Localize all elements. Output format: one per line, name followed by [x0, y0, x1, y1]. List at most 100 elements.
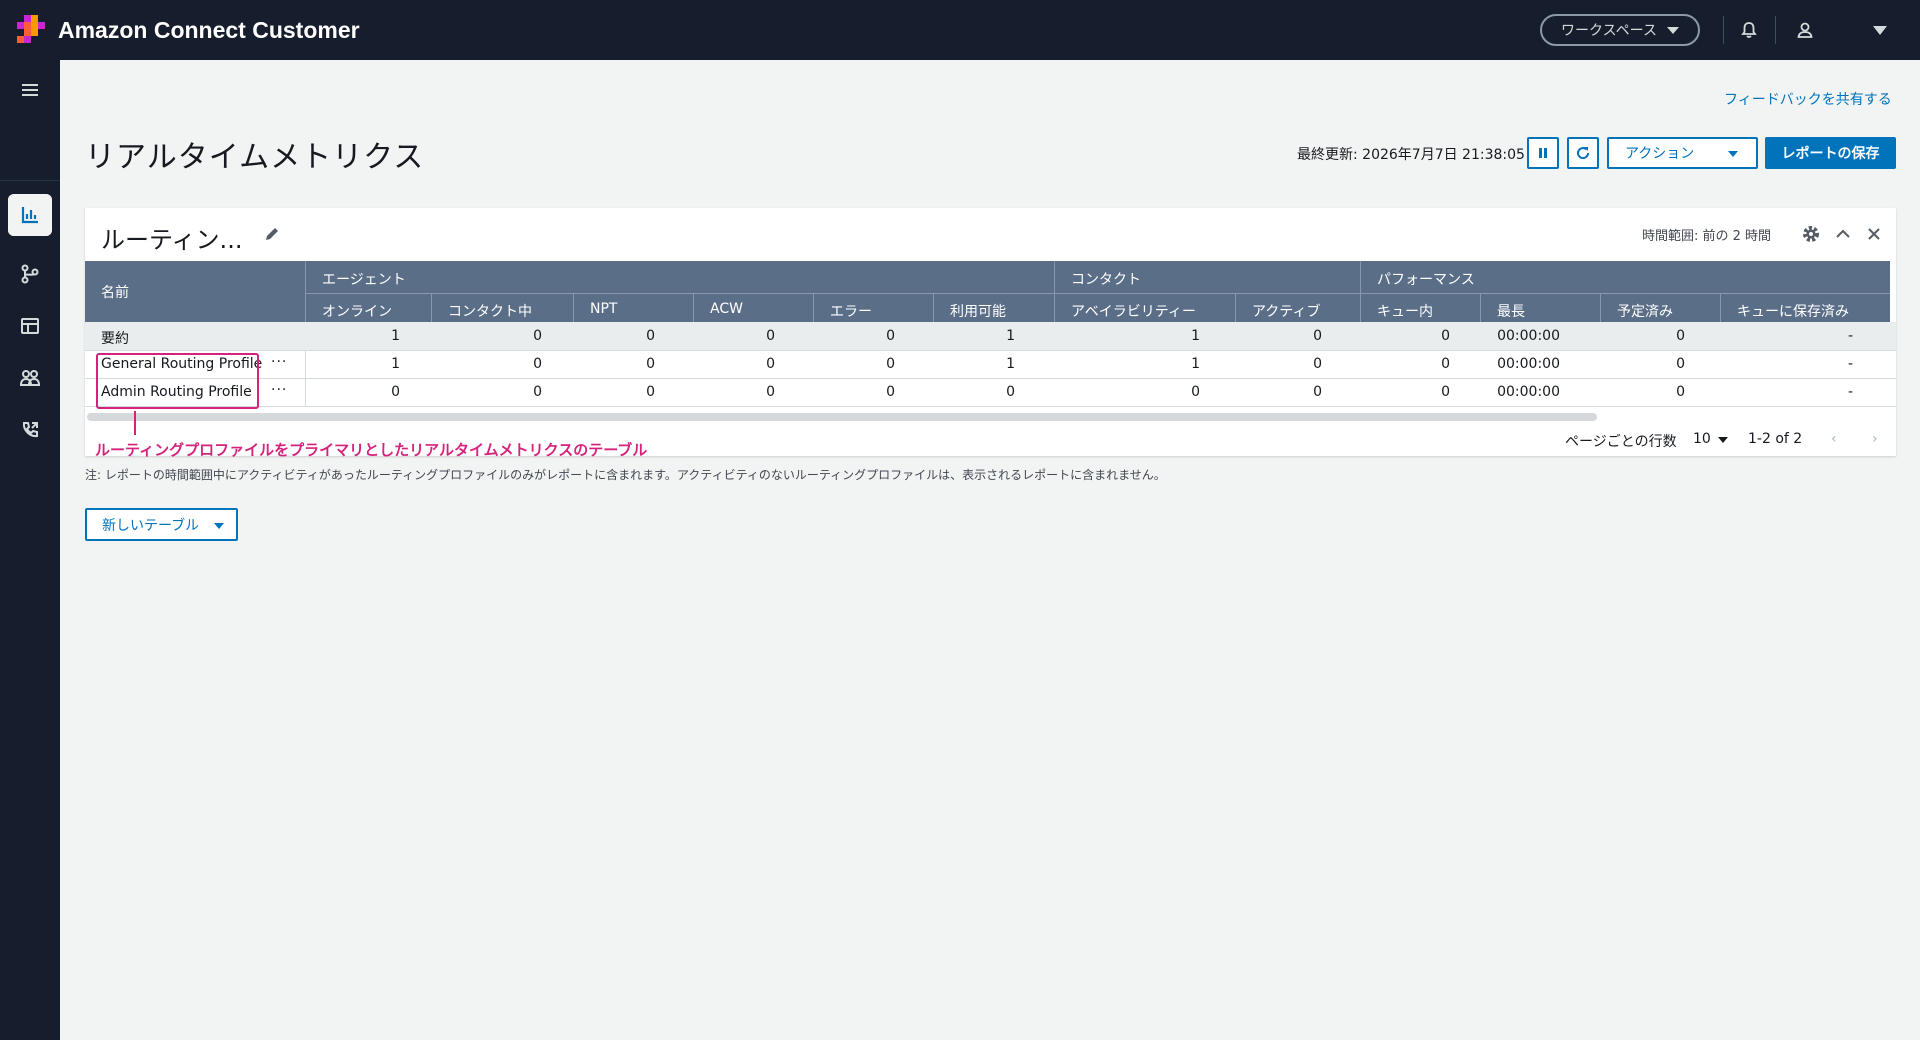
- table-cell: 0: [1313, 384, 1322, 400]
- column-header[interactable]: 最長: [1497, 301, 1525, 321]
- bell-icon[interactable]: [1737, 18, 1761, 42]
- caret-down-icon: [1666, 26, 1679, 34]
- column-header[interactable]: エラー: [830, 301, 872, 321]
- phone-icon[interactable]: [8, 409, 52, 451]
- chevron-left-icon[interactable]: ‹: [1831, 431, 1837, 447]
- save-report-button[interactable]: レポートの保存: [1765, 137, 1896, 169]
- table-cell: 0: [646, 328, 655, 344]
- caret-down-icon[interactable]: [1718, 437, 1728, 443]
- annotation-callout: ルーティングプロファイルをプライマリとしたリアルタイムメトリクスのテーブル: [95, 441, 648, 459]
- divider: [305, 293, 1890, 294]
- chevron-right-icon[interactable]: ›: [1872, 431, 1878, 447]
- report-note: 注: レポートの時間範囲中にアクティビティがあったルーティングプロファイルのみが…: [85, 468, 1166, 482]
- table-cell: 00:00:00: [1497, 328, 1560, 344]
- column-header[interactable]: 利用可能: [950, 301, 1006, 321]
- edit-pencil-icon[interactable]: [263, 225, 281, 243]
- table-cell: 1: [1191, 356, 1200, 372]
- table-cell: 00:00:00: [1497, 356, 1560, 372]
- column-header[interactable]: 予定済み: [1617, 301, 1673, 321]
- page-info: 1-2 of 2: [1748, 431, 1803, 447]
- column-header[interactable]: アクティブ: [1252, 301, 1320, 321]
- column-header[interactable]: アベイラビリティー: [1071, 301, 1196, 321]
- table-cell: 0: [533, 328, 542, 344]
- routing-icon[interactable]: [8, 253, 52, 295]
- divider: [933, 293, 934, 322]
- close-icon[interactable]: [1863, 223, 1885, 245]
- time-range-text: 時間範囲: 前の 2 時間: [1642, 229, 1772, 244]
- table-cell: -: [1847, 384, 1853, 400]
- refresh-icon: [1577, 147, 1590, 160]
- table-cell: 0: [886, 384, 895, 400]
- rows-per-page-select[interactable]: 10: [1693, 431, 1711, 447]
- table-cell: 1: [1006, 356, 1015, 372]
- divider: [85, 350, 1896, 351]
- column-header[interactable]: ACW: [710, 301, 743, 317]
- new-table-dropdown[interactable]: 新しいテーブル: [85, 508, 238, 541]
- collapse-icon[interactable]: [1832, 223, 1854, 245]
- table-title: ルーティン...: [101, 226, 243, 254]
- divider: [305, 261, 306, 322]
- row-more-options-icon[interactable]: ···: [271, 382, 287, 398]
- table-cell: 0: [533, 384, 542, 400]
- table-cell: 0: [1441, 356, 1450, 372]
- row-more-options-icon[interactable]: ···: [271, 354, 287, 370]
- new-table-label: 新しいテーブル: [102, 517, 200, 534]
- table-cell: 0: [766, 328, 775, 344]
- column-header[interactable]: キュー内: [1377, 301, 1433, 321]
- table-cell: 0: [1676, 356, 1685, 372]
- divider: [573, 293, 574, 322]
- table-cell: 0: [533, 356, 542, 372]
- table-cell: 1: [391, 356, 400, 372]
- actions-dropdown[interactable]: アクション: [1607, 137, 1758, 169]
- analytics-icon[interactable]: [8, 194, 52, 236]
- actions-label: アクション: [1625, 146, 1695, 162]
- group-header-contact: コンタクト: [1071, 272, 1141, 288]
- divider: [85, 378, 1896, 379]
- column-header[interactable]: オンライン: [322, 301, 392, 321]
- table-cell: 1: [391, 328, 400, 344]
- divider: [85, 406, 1896, 407]
- annotation-line: [134, 411, 136, 435]
- menu-icon[interactable]: [8, 69, 52, 111]
- column-header[interactable]: キューに保存済み: [1737, 301, 1849, 321]
- pause-button[interactable]: [1527, 137, 1559, 169]
- user-icon[interactable]: [1793, 18, 1817, 42]
- gear-icon[interactable]: [1800, 223, 1822, 245]
- caret-down-icon[interactable]: [1873, 26, 1887, 35]
- pause-icon: [1539, 148, 1547, 158]
- table-cell: -: [1847, 328, 1853, 344]
- group-header-agent: エージェント: [322, 272, 406, 288]
- refresh-button[interactable]: [1567, 137, 1599, 169]
- divider: [813, 293, 814, 322]
- last-updated-text: 最終更新: 2026年7月7日 21:38:05: [1297, 147, 1525, 163]
- horizontal-scrollbar[interactable]: [87, 413, 1597, 421]
- divider: [1600, 293, 1601, 322]
- table-cell: -: [1847, 356, 1853, 372]
- app-title: Amazon Connect Customer: [58, 17, 360, 43]
- divider: [1054, 261, 1055, 322]
- caret-down-icon: [1728, 151, 1738, 157]
- table-cell: 0: [1313, 356, 1322, 372]
- table-cell: 0: [886, 356, 895, 372]
- feedback-link[interactable]: フィードバックを共有する: [1724, 89, 1892, 109]
- rows-per-page-label: ページごとの行数: [1565, 434, 1677, 450]
- page-title: リアルタイムメトリクス: [85, 140, 425, 175]
- table-cell: 0: [1006, 384, 1015, 400]
- table-icon[interactable]: [8, 305, 52, 347]
- summary-label: 要約: [101, 331, 129, 347]
- table-cell: 0: [1191, 384, 1200, 400]
- divider: [1720, 293, 1721, 322]
- divider: [431, 293, 432, 322]
- users-icon[interactable]: [8, 357, 52, 399]
- workspace-dropdown[interactable]: ワークスペース: [1540, 14, 1700, 46]
- table-cell: 00:00:00: [1497, 384, 1560, 400]
- divider: [1775, 16, 1776, 44]
- table-cell: 0: [886, 328, 895, 344]
- name-column-header[interactable]: 名前: [101, 282, 129, 302]
- caret-down-icon: [214, 523, 224, 529]
- workspace-label: ワークスペース: [1561, 23, 1657, 39]
- column-header[interactable]: コンタクト中: [448, 301, 532, 321]
- column-header[interactable]: NPT: [590, 301, 617, 317]
- table-cell: 1: [1191, 328, 1200, 344]
- metrics-table-card: ルーティン... 時間範囲: 前の 2 時間 名前 エージェント コンタクト パ…: [85, 208, 1896, 456]
